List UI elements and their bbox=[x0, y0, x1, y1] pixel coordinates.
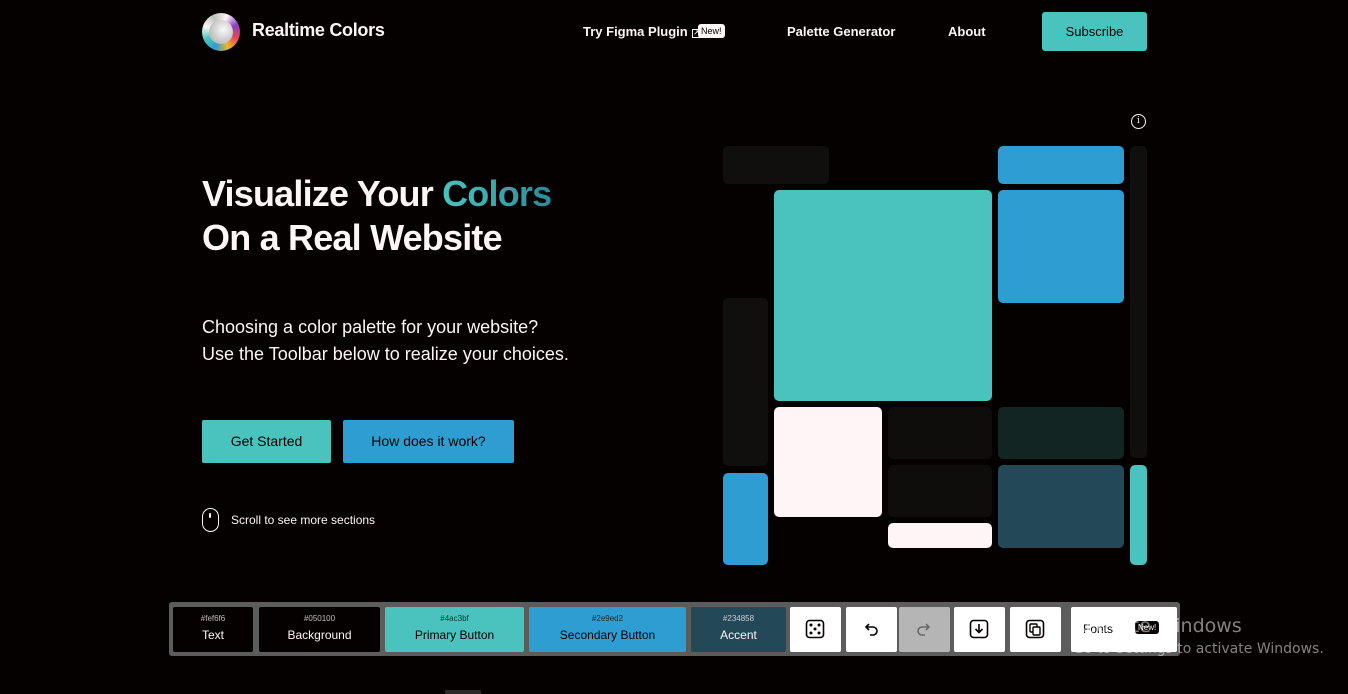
scroll-hint: Scroll to see more sections bbox=[231, 513, 376, 527]
redo-icon bbox=[917, 623, 931, 636]
swatch-hex: #234858 bbox=[722, 614, 755, 623]
export-button[interactable] bbox=[954, 607, 1005, 652]
mosaic-tile bbox=[888, 407, 992, 459]
hero-subtitle-line1: Choosing a color palette for your websit… bbox=[202, 317, 539, 337]
swatch-label: Accent bbox=[720, 628, 757, 642]
export-icon bbox=[969, 619, 989, 639]
hero-title: Visualize Your Colors On a Real Website bbox=[202, 172, 552, 260]
randomize-button[interactable] bbox=[790, 607, 841, 652]
how-does-it-work-button[interactable]: How does it work? bbox=[343, 420, 514, 463]
swatch-label: Primary Button bbox=[414, 628, 495, 642]
nav-figma-plugin-link[interactable]: Try Figma Plugin ↗ bbox=[583, 24, 701, 39]
text-color-swatch[interactable]: #fef6f6 Text bbox=[173, 607, 253, 652]
mouse-icon bbox=[202, 508, 219, 532]
get-started-button[interactable]: Get Started bbox=[202, 420, 331, 463]
info-icon[interactable]: i bbox=[1131, 114, 1146, 129]
mosaic-tile bbox=[998, 146, 1124, 184]
mosaic-tile bbox=[723, 146, 829, 184]
copy-icon bbox=[1025, 619, 1045, 639]
subscribe-button[interactable]: Subscribe bbox=[1042, 12, 1147, 51]
mosaic-tile bbox=[998, 407, 1124, 459]
hero-title-line2: On a Real Website bbox=[202, 217, 503, 258]
swatch-hex: #2e9ed2 bbox=[591, 614, 624, 623]
swatch-hex: #050100 bbox=[303, 614, 336, 623]
swatch-hex: #fef6f6 bbox=[200, 614, 226, 623]
mosaic-tile bbox=[1130, 146, 1147, 458]
windows-activation-title: Activate Windows bbox=[1073, 615, 1242, 637]
hero-title-part1: Visualize Your bbox=[202, 173, 443, 214]
accent-color-swatch[interactable]: #234858 Accent bbox=[691, 607, 786, 652]
background-color-swatch[interactable]: #050100 Background bbox=[259, 607, 380, 652]
mosaic-tile bbox=[723, 298, 768, 466]
nav-figma-label: Try Figma Plugin bbox=[583, 24, 688, 39]
mosaic-tile bbox=[774, 407, 882, 517]
swatch-label: Secondary Button bbox=[559, 628, 656, 642]
hero-subtitle-line2: Use the Toolbar below to realize your ch… bbox=[202, 344, 569, 364]
hero-subtitle: Choosing a color palette for your websit… bbox=[202, 314, 569, 368]
color-toolbar: #fef6f6 Text #050100 Background #4ac3bf … bbox=[169, 602, 1180, 656]
swatch-label: Background bbox=[287, 628, 352, 642]
figma-new-badge: New! bbox=[698, 24, 725, 38]
secondary-button-color-swatch[interactable]: #2e9ed2 Secondary Button bbox=[529, 607, 686, 652]
mosaic-tile bbox=[998, 190, 1124, 303]
primary-button-color-swatch[interactable]: #4ac3bf Primary Button bbox=[385, 607, 524, 652]
swatch-hex: #4ac3bf bbox=[440, 614, 469, 623]
mosaic-tile bbox=[888, 465, 992, 517]
mosaic-tile bbox=[998, 465, 1124, 548]
undo-button[interactable] bbox=[846, 607, 897, 652]
brand-name[interactable]: Realtime Colors bbox=[252, 20, 385, 41]
undo-icon bbox=[864, 623, 878, 636]
mosaic-tile bbox=[723, 473, 768, 565]
mosaic-tile bbox=[888, 523, 992, 548]
horizontal-scrollbar-thumb[interactable] bbox=[445, 690, 481, 694]
redo-button[interactable] bbox=[899, 607, 950, 652]
dice-icon bbox=[805, 619, 825, 639]
nav-palette-generator-link[interactable]: Palette Generator bbox=[787, 24, 895, 39]
hero-title-accent: Colors bbox=[442, 173, 552, 214]
logo-icon[interactable] bbox=[202, 13, 240, 51]
mosaic-tile bbox=[1130, 465, 1147, 565]
swatch-label: Text bbox=[201, 628, 224, 642]
mosaic-tile bbox=[774, 190, 992, 401]
windows-activation-subtitle: Go to Settings to activate Windows. bbox=[1073, 641, 1324, 657]
nav-about-link[interactable]: About bbox=[948, 24, 986, 39]
top-nav: Realtime Colors Try Figma Plugin ↗ New! P… bbox=[0, 0, 1348, 64]
copy-palette-button[interactable] bbox=[1010, 607, 1061, 652]
